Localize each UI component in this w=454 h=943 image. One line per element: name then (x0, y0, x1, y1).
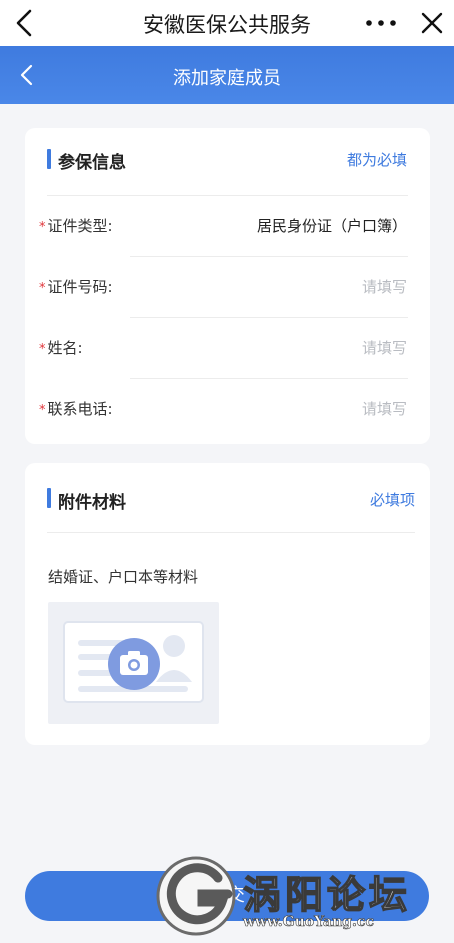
camera-icon (108, 638, 160, 690)
section-accent-bar (47, 149, 51, 169)
name-field[interactable]: * 姓名: 请填写 (25, 318, 430, 379)
id-number-field[interactable]: * 证件号码: 请填写 (25, 257, 430, 318)
section-accent-bar (47, 488, 51, 508)
more-dots-icon[interactable] (366, 20, 396, 26)
app-bar: 安徽医保公共服务 (0, 0, 454, 46)
section-title: 附件材料 (58, 493, 126, 513)
required-star: * (39, 281, 46, 296)
section-header: 附件材料 必填项 (25, 463, 430, 533)
field-label: * 姓名: (39, 339, 83, 357)
field-label: * 联系电话: (39, 400, 113, 418)
page-header: 添加家庭成员 (0, 46, 454, 104)
id-type-field[interactable]: * 证件类型: 居民身份证（户口簿） (25, 196, 430, 257)
upload-photo-button[interactable] (48, 602, 219, 724)
page-title: 添加家庭成员 (173, 68, 281, 89)
required-star: * (39, 403, 46, 418)
divider (47, 532, 415, 533)
id-number-input[interactable]: 请填写 (362, 276, 407, 297)
phone-input[interactable]: 请填写 (362, 398, 407, 419)
attachment-card: 附件材料 必填项 结婚证、户口本等材料 (25, 463, 430, 745)
phone-field[interactable]: * 联系电话: 请填写 (25, 379, 430, 440)
required-star: * (39, 220, 46, 235)
required-note: 都为必填 (346, 151, 407, 169)
field-label: * 证件类型: (39, 217, 113, 235)
close-icon[interactable] (419, 10, 445, 36)
field-label: * 证件号码: (39, 278, 113, 296)
watermark-text: 涡阳论坛 (242, 872, 412, 918)
required-note: 必填项 (369, 491, 415, 509)
section-title: 参保信息 (58, 153, 126, 173)
id-card-icon (63, 621, 204, 703)
watermark-url: www.GuoYang.cc (243, 914, 375, 931)
required-star: * (39, 342, 46, 357)
id-type-value[interactable]: 居民身份证（户口簿） (257, 215, 407, 236)
section-header: 参保信息 都为必填 (25, 128, 430, 196)
name-input[interactable]: 请填写 (362, 337, 407, 358)
insurance-info-card: 参保信息 都为必填 * 证件类型: 居民身份证（户口簿） * 证件号码: 请填写 *… (25, 128, 430, 444)
attachment-description: 结婚证、户口本等材料 (48, 568, 199, 586)
